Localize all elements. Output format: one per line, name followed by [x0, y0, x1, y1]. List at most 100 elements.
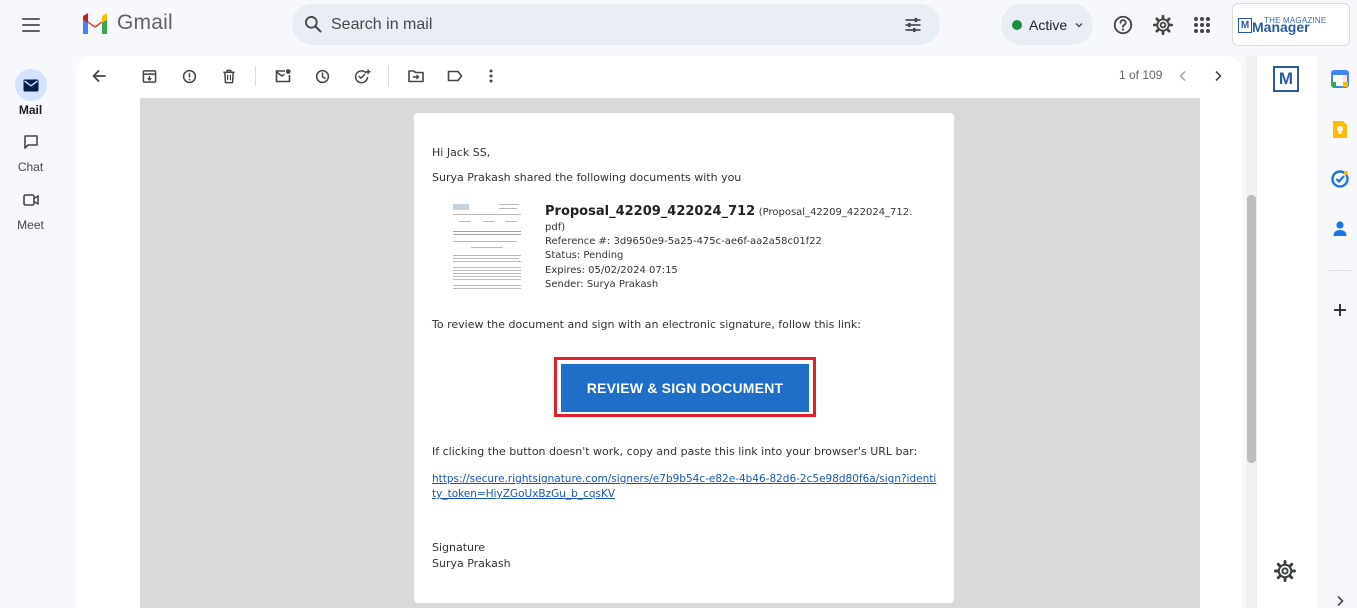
get-addons-button[interactable] [1330, 300, 1350, 320]
nav-chat[interactable]: Chat [0, 126, 61, 174]
report-spam-button[interactable] [175, 62, 203, 90]
document-expires: Expires: 05/02/2024 07:15 [545, 265, 678, 276]
magazine-manager-logo-icon: M [1238, 18, 1252, 33]
document-filename-extension: pdf) [545, 222, 566, 233]
nav-mail-label: Mail [18, 103, 43, 117]
report-spam-icon [182, 69, 196, 83]
hide-side-panel-button[interactable] [1330, 591, 1350, 608]
email-body-area: Hi Jack SS, Surya Prakash shared the fol… [140, 98, 1200, 608]
document-sender: Sender: Surya Prakash [545, 279, 659, 290]
tasks-icon [1331, 170, 1349, 188]
search-options-icon[interactable] [903, 15, 923, 35]
signature-name: Surya Prakash [432, 557, 511, 570]
add-task-icon [354, 69, 371, 84]
toolbar-divider [388, 66, 389, 86]
contacts-app-button[interactable] [1330, 219, 1350, 239]
nav-mail[interactable]: Mail [0, 69, 61, 117]
support-button[interactable] [1108, 10, 1138, 40]
clock-icon [315, 69, 329, 83]
mail-icon [23, 79, 38, 91]
fallback-instructions: If clicking the button doesn't work, cop… [432, 445, 918, 458]
apps-button[interactable] [1187, 10, 1217, 40]
gmail-logo-icon [83, 12, 107, 34]
document-status: Status: Pending [545, 250, 624, 261]
mark-unread-button[interactable] [269, 62, 297, 90]
trash-icon [223, 69, 235, 83]
status-label: Active [1029, 16, 1068, 33]
archive-icon [142, 69, 156, 83]
nav-chat-label: Chat [17, 160, 44, 174]
email-greeting: Hi Jack SS, [432, 146, 491, 159]
main-menu-button[interactable] [15, 10, 47, 40]
nav-meet[interactable]: Meet [0, 184, 61, 232]
settings-button[interactable] [1148, 10, 1178, 40]
review-instructions: To review the document and sign with an … [432, 318, 861, 331]
document-title: Proposal_42209_422024_712 [545, 204, 756, 219]
help-icon [1113, 15, 1133, 35]
magazine-manager-wordmark: Manager [1252, 19, 1310, 35]
message-toolbar: 1 of 109 [76, 56, 1242, 96]
signing-link[interactable]: https://secure.rightsignature.com/signer… [432, 472, 937, 502]
newer-button[interactable] [1169, 62, 1197, 90]
document-filename: (Proposal_42209_422024_712. [758, 207, 913, 218]
chat-icon [23, 135, 38, 149]
active-status-dot [1012, 19, 1022, 30]
chevron-down-icon [1075, 22, 1083, 27]
nav-meet-pill [15, 184, 47, 216]
move-to-button[interactable] [402, 62, 430, 90]
add-to-tasks-button[interactable] [348, 62, 376, 90]
back-button[interactable] [85, 62, 113, 90]
chevron-left-icon [1179, 70, 1186, 82]
gear-icon[interactable] [1273, 559, 1297, 583]
scrollbar-thumb[interactable] [1247, 195, 1256, 463]
nav-mail-pill [14, 69, 47, 101]
top-bar: Gmail Active [0, 0, 1357, 50]
apps-grid-icon [1194, 17, 1210, 33]
arrow-left-icon [92, 70, 106, 82]
gmail-logo[interactable]: Gmail [81, 11, 173, 35]
review-sign-document-button[interactable]: REVIEW & SIGN DOCUMENT [561, 364, 809, 412]
document-reference: Reference #: 3d9650e9-5a25-475c-ae6f-aa2… [545, 236, 822, 247]
email-intro: Surya Prakash shared the following docum… [432, 171, 742, 184]
label-icon [447, 70, 463, 82]
search-input[interactable] [331, 12, 891, 37]
document-name-block: Proposal_42209_422024_712 (Proposal_4220… [545, 205, 925, 235]
more-vert-icon [489, 69, 493, 83]
calendar-icon [1331, 70, 1349, 88]
search-bar[interactable] [292, 4, 940, 45]
gear-icon [1152, 14, 1174, 36]
snooze-button[interactable] [308, 62, 336, 90]
email-card: Hi Jack SS, Surya Prakash shared the fol… [414, 113, 954, 603]
nav-meet-label: Meet [17, 218, 44, 232]
document-thumbnail[interactable] [451, 201, 523, 293]
nav-chat-pill [15, 126, 47, 158]
calendar-app-button[interactable] [1330, 69, 1350, 89]
message-position: 1 of 109 [1119, 68, 1163, 82]
search-icon[interactable] [303, 14, 323, 34]
more-options-button[interactable] [477, 62, 505, 90]
labels-button[interactable] [441, 62, 469, 90]
meet-icon [22, 194, 39, 206]
rail-divider [1329, 270, 1351, 271]
signature-label: Signature [432, 541, 486, 554]
toolbar-divider [255, 66, 256, 86]
tasks-app-button[interactable] [1330, 169, 1350, 189]
older-button[interactable] [1204, 62, 1232, 90]
delete-button[interactable] [215, 62, 243, 90]
contacts-icon [1333, 221, 1347, 236]
addon-side-panel: M [1257, 56, 1317, 608]
magazine-manager-addon-icon[interactable]: M [1273, 66, 1299, 92]
keep-app-button[interactable] [1330, 119, 1350, 139]
plus-icon [1334, 304, 1346, 316]
keep-icon [1333, 120, 1347, 138]
archive-button[interactable] [135, 62, 163, 90]
chevron-right-icon [1215, 70, 1222, 82]
move-to-folder-icon [408, 70, 424, 83]
chevron-right-icon [1337, 595, 1344, 607]
side-apps-rail [1317, 56, 1357, 608]
message-panel: 1 of 109 Hi Jack SS, Surya Prakash share… [76, 56, 1242, 608]
gmail-wordmark: Gmail [117, 11, 173, 34]
highlight-box: REVIEW & SIGN DOCUMENT [554, 357, 816, 417]
mark-unread-icon [275, 69, 291, 83]
status-button[interactable]: Active [1001, 4, 1093, 45]
